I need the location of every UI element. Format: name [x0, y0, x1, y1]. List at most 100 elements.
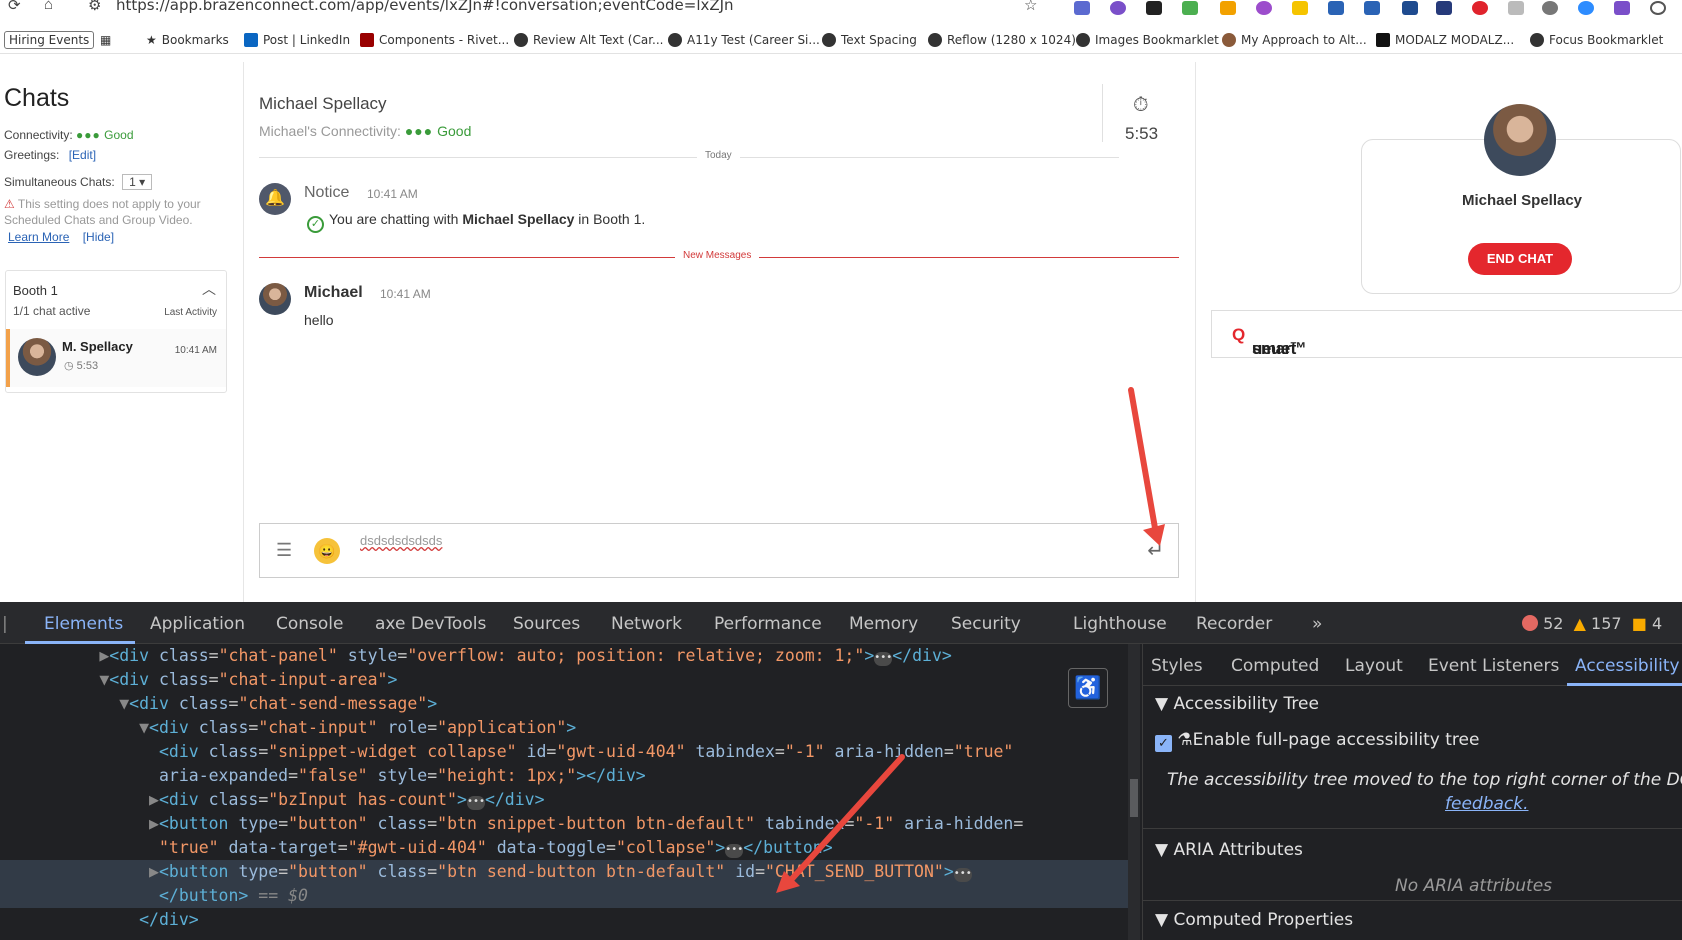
extension-icon[interactable]: [1146, 1, 1162, 15]
star-icon: ★: [146, 33, 157, 47]
bookmarklet-icon: [1076, 33, 1090, 47]
chat-list-item[interactable]: M. Spellacy ◷ 5:53 10:41 AM: [6, 329, 226, 387]
booth-card: Booth 1 ︿ 1/1 chat active Last Activity …: [5, 270, 227, 393]
address-bar[interactable]: https://app.brazenconnect.com/app/events…: [116, 0, 734, 14]
scrollbar-thumb[interactable]: [1130, 779, 1138, 817]
accessibility-tree-toggle-icon[interactable]: ♿: [1068, 668, 1108, 708]
extension-icon[interactable]: [1220, 1, 1236, 15]
check-circle-icon: ✓: [307, 216, 324, 233]
star-icon[interactable]: ☆: [1024, 0, 1037, 14]
extension-icon[interactable]: [1472, 1, 1488, 15]
css-extension-icon[interactable]: [1292, 1, 1308, 15]
dom-node[interactable]: ▶<div class="bzInput has-count">•••</div…: [0, 788, 545, 812]
extension-icon[interactable]: [1328, 1, 1344, 15]
greetings-edit-link[interactable]: [Edit]: [69, 148, 96, 162]
bookmark-modalz[interactable]: MODALZ MODALZ...: [1376, 33, 1514, 47]
bookmark-alt-approach[interactable]: My Approach to Alt...: [1222, 33, 1367, 47]
bookmark-bookmarks[interactable]: ★ Bookmarks: [146, 33, 229, 47]
tab-performance[interactable]: Performance: [714, 614, 822, 634]
aria-attributes-section[interactable]: ▼ ARIA Attributes: [1155, 840, 1303, 860]
profile-icon[interactable]: [1650, 1, 1666, 15]
wordpress-icon[interactable]: [1542, 1, 1558, 15]
tab-sources[interactable]: Sources: [513, 614, 580, 634]
bookmark-rivet[interactable]: Components - Rivet...: [360, 33, 509, 47]
extension-icon[interactable]: [1256, 1, 1272, 15]
drawer-toggle[interactable]: |: [2, 614, 8, 634]
tab-console[interactable]: Console: [276, 614, 344, 634]
tab-application[interactable]: Application: [150, 614, 245, 634]
zoom-icon[interactable]: [1578, 1, 1594, 15]
site-info-icon[interactable]: ⚙: [88, 0, 101, 14]
dom-node[interactable]: ▼<div class="chat-input-area">: [0, 668, 397, 692]
snippet-icon[interactable]: ☰: [276, 540, 292, 561]
extension-icon[interactable]: [1614, 1, 1630, 15]
home-icon[interactable]: ⌂: [44, 0, 53, 13]
computed-properties-section[interactable]: ▼ Computed Properties: [1155, 910, 1353, 930]
chat-partner-name: Michael Spellacy: [259, 94, 387, 113]
bookmark-focus[interactable]: Focus Bookmarklet: [1530, 33, 1663, 47]
tab-axe-devtools[interactable]: axe DevTools: [375, 614, 486, 634]
more-tabs-icon[interactable]: »: [1312, 614, 1322, 634]
bookmark-linkedin[interactable]: Post | LinkedIn: [244, 33, 350, 47]
arc-extension-icon[interactable]: [1436, 1, 1452, 15]
apps-grid-icon[interactable]: ▦: [100, 33, 111, 47]
tab-event-listeners[interactable]: Event Listeners: [1428, 656, 1559, 676]
dom-node[interactable]: <div class="snippet-widget collapse" id=…: [0, 740, 1013, 764]
learn-more-link[interactable]: Learn More: [8, 230, 69, 244]
dom-node[interactable]: ▶<div class="chat-panel" style="overflow…: [0, 644, 952, 668]
linkedin-icon: [244, 33, 258, 47]
puzzle-icon[interactable]: [1182, 1, 1198, 15]
tab-styles[interactable]: Styles: [1151, 656, 1203, 676]
rivet-icon: [360, 33, 374, 47]
side-tabs: Styles Computed Layout Event Listeners A…: [1143, 644, 1682, 686]
bookmark-images[interactable]: Images Bookmarklet: [1076, 33, 1219, 47]
active-tab-indicator: [1567, 683, 1682, 686]
dom-tree: ▶<div class="chat-panel" style="overflow…: [0, 644, 1128, 940]
warning-icon: ▲: [1573, 614, 1586, 633]
dom-node[interactable]: ▼<div class="chat-input" role="applicati…: [0, 716, 576, 740]
scrollbar[interactable]: [1128, 644, 1140, 940]
extension-icon[interactable]: [1402, 1, 1418, 15]
chats-panel: Chats Connectivity: ●●● Good Greetings: …: [0, 62, 244, 602]
avatar: [18, 338, 56, 376]
tab-computed[interactable]: Computed: [1231, 656, 1319, 676]
feedback-link[interactable]: feedback.: [1445, 794, 1529, 814]
enable-tree-checkbox[interactable]: ✓: [1155, 735, 1172, 752]
dom-node[interactable]: ▶<button type="button" class="btn snippe…: [0, 812, 1023, 836]
dom-node-selected: </button> == $0: [0, 884, 1128, 908]
accessibility-extension-icon[interactable]: [1110, 1, 1126, 15]
dom-node-selected[interactable]: ▶<button type="button" class="btn send-b…: [0, 860, 1128, 884]
accessibility-tree-section[interactable]: ▼ Accessibility Tree: [1155, 694, 1319, 714]
reload-icon[interactable]: ⟳: [8, 0, 21, 14]
extension-icon[interactable]: [1074, 1, 1090, 15]
clock-icon: ◷: [64, 360, 74, 372]
tab-accessibility[interactable]: Accessibility: [1575, 656, 1680, 676]
tab-elements[interactable]: Elements: [44, 614, 123, 634]
bookmark-reflow[interactable]: Reflow (1280 x 1024): [928, 33, 1076, 47]
tab-lighthouse[interactable]: Lighthouse: [1073, 614, 1167, 634]
message-input[interactable]: dsdsdsdsdsds: [360, 533, 442, 548]
tab-layout[interactable]: Layout: [1345, 656, 1403, 676]
emoji-icon[interactable]: 😀: [314, 538, 340, 564]
message-sender: Michael: [304, 284, 363, 301]
issue-counters[interactable]: 52 ▲ 157 ■ 4: [1522, 614, 1662, 633]
simultaneous-chats-select[interactable]: 1 ▾: [122, 174, 153, 190]
extension-icon[interactable]: [1508, 1, 1524, 15]
tab-security[interactable]: Security: [951, 614, 1021, 634]
dom-node[interactable]: ▼<div class="chat-send-message">: [0, 692, 437, 716]
bookmarklet-icon: [822, 33, 836, 47]
tab-network[interactable]: Network: [611, 614, 682, 634]
bookmark-text-spacing[interactable]: Text Spacing: [822, 33, 917, 47]
send-icon[interactable]: ↵: [1147, 538, 1164, 563]
caret-down-icon: ▼: [1155, 694, 1169, 714]
chevron-up-icon[interactable]: ︿: [202, 279, 216, 299]
tab-recorder[interactable]: Recorder: [1196, 614, 1272, 634]
bookmark-a11y-test[interactable]: A11y Test (Career Si...: [668, 33, 820, 47]
bookmark-review-alt-text[interactable]: Review Alt Text (Car...: [514, 33, 663, 47]
list-extension-icon[interactable]: [1364, 1, 1380, 15]
last-activity-label: Last Activity: [164, 307, 217, 318]
hide-link[interactable]: [Hide]: [83, 230, 114, 244]
bookmark-hiring-events[interactable]: Hiring Events: [4, 31, 95, 49]
tab-memory[interactable]: Memory: [849, 614, 918, 634]
end-chat-button[interactable]: END CHAT: [1468, 243, 1572, 275]
